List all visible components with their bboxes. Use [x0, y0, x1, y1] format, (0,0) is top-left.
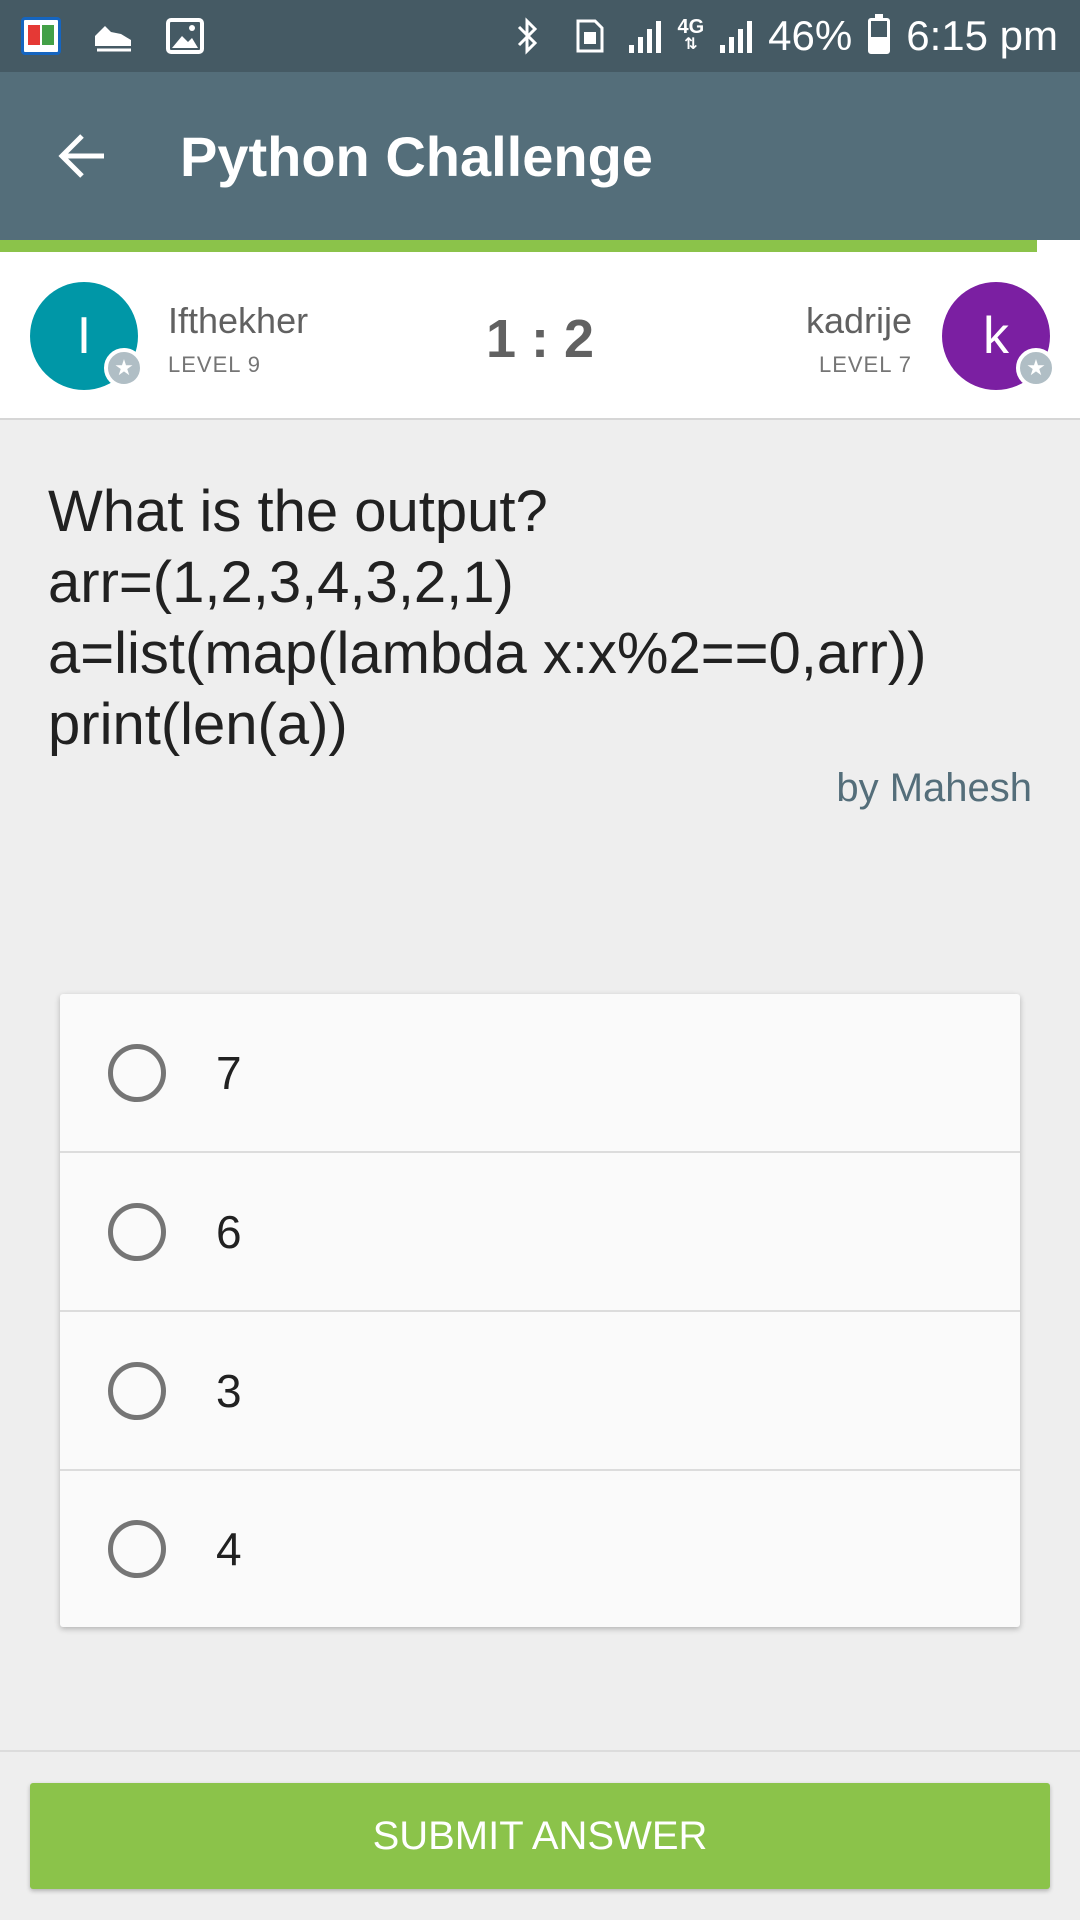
divider — [0, 1750, 1080, 1752]
bluetooth-icon — [505, 16, 551, 56]
answer-option-label: 3 — [216, 1364, 242, 1417]
answer-option-label: 7 — [216, 1046, 242, 1099]
match-score: 1 : 2 — [485, 309, 595, 369]
network-label: 4G — [677, 16, 705, 38]
progress-fill — [0, 240, 1037, 252]
match-header: I ★ Ifthekher LEVEL 9 1 : 2 kadrije LEVE… — [0, 252, 1080, 420]
dictionary-app-icon — [18, 16, 64, 56]
question-line: What is the output? — [48, 479, 548, 544]
radio-button-icon[interactable] — [108, 1043, 166, 1102]
battery-icon — [868, 14, 891, 54]
back-button[interactable] — [34, 108, 130, 204]
status-bar: 4G ⇅ 46% 6:15 pm — [0, 0, 1080, 72]
page-title: Python Challenge — [180, 124, 653, 188]
player2-level: LEVEL 7 — [818, 352, 912, 377]
answer-options: 7 6 3 4 — [60, 994, 1020, 1627]
answer-option[interactable]: 4 — [60, 1471, 1020, 1627]
radio-button-icon[interactable] — [108, 1520, 166, 1578]
status-bar-left — [18, 16, 208, 56]
status-bar-right: 4G ⇅ 46% 6:15 pm — [505, 12, 1058, 60]
player2-info: kadrije LEVEL 7 — [806, 300, 912, 378]
challenge-progress-bar — [0, 240, 1080, 252]
question-text: What is the output? arr=(1,2,3,4,3,2,1) … — [48, 476, 1048, 760]
signal-icon — [629, 19, 662, 53]
app-bar: Python Challenge — [0, 72, 1080, 240]
answer-option-label: 6 — [216, 1205, 242, 1258]
shoe-icon — [90, 16, 136, 56]
player2-initial: k — [983, 307, 1009, 365]
player2-name: kadrije — [805, 300, 912, 341]
battery-percent: 46% — [768, 12, 853, 59]
player2-avatar[interactable]: k ★ — [942, 282, 1056, 390]
answer-option[interactable]: 6 — [60, 1153, 1020, 1312]
submit-answer-button[interactable]: SUBMIT ANSWER — [30, 1783, 1050, 1889]
question-line: a=list(map(lambda x:x%2==0,arr)) — [48, 621, 927, 686]
radio-button-icon[interactable] — [108, 1202, 166, 1261]
question-line: arr=(1,2,3,4,3,2,1) — [48, 550, 514, 615]
answer-option[interactable]: 3 — [60, 1312, 1020, 1471]
answer-option-label: 4 — [216, 1523, 242, 1575]
answer-option[interactable]: 7 — [60, 994, 1020, 1153]
question-line: print(len(a)) — [48, 692, 348, 757]
clock: 6:15 pm — [906, 12, 1058, 59]
sim-icon — [567, 16, 613, 56]
arrow-back-icon — [58, 134, 104, 178]
image-icon — [162, 16, 208, 56]
star-badge-icon: ★ — [1016, 348, 1056, 388]
radio-button-icon[interactable] — [108, 1361, 166, 1420]
4g-icon: 4G ⇅ — [677, 16, 705, 53]
question-author: by Mahesh — [836, 766, 1032, 810]
signal-icon — [720, 19, 753, 53]
